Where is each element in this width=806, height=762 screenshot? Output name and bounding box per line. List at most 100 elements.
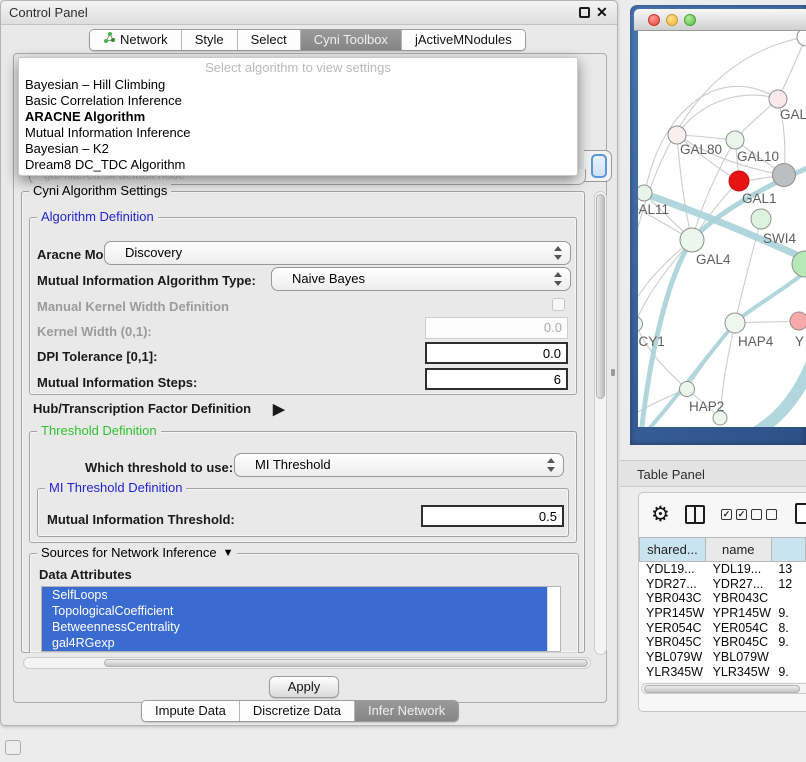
network-edge[interactable] bbox=[645, 86, 778, 193]
scrollbar-thumb[interactable] bbox=[644, 685, 800, 693]
which-threshold-label: Which threshold to use: bbox=[85, 460, 233, 475]
tab-style[interactable]: Style bbox=[182, 30, 238, 50]
mi-threshold-label: Mutual Information Threshold: bbox=[47, 512, 235, 527]
network-node-hap2[interactable] bbox=[680, 382, 695, 397]
mac-zoom-icon[interactable] bbox=[684, 14, 696, 26]
focused-spinner[interactable] bbox=[591, 154, 607, 178]
network-node-gal[interactable] bbox=[769, 90, 787, 108]
attribute-item[interactable]: SelfLoops bbox=[42, 587, 547, 603]
select-all-checks-icon[interactable]: ✓ ✓ bbox=[721, 509, 747, 520]
network-edge[interactable] bbox=[778, 40, 805, 99]
expand-arrow-icon[interactable]: ▶ bbox=[273, 400, 285, 418]
table-row[interactable]: YIL052CYIL052C9 bbox=[639, 680, 806, 683]
column-header[interactable] bbox=[772, 537, 806, 562]
sources-title-row[interactable]: Sources for Network Inference ▼ bbox=[37, 545, 237, 560]
float-panel-icon[interactable] bbox=[579, 7, 590, 18]
tab-label: Network bbox=[120, 30, 168, 50]
network-node-gal10[interactable] bbox=[726, 131, 744, 149]
dropdown-item[interactable]: Dream8 DC_TDC Algorithm bbox=[19, 157, 577, 173]
table-cell: 9. bbox=[771, 606, 806, 621]
document-icon[interactable] bbox=[795, 503, 806, 524]
tab-impute-data[interactable]: Impute Data bbox=[142, 701, 240, 721]
table-row[interactable]: YBR043CYBR043C bbox=[639, 591, 806, 606]
table-cell: YBR043C bbox=[706, 591, 772, 606]
mi-threshold-field[interactable]: 0.5 bbox=[421, 505, 564, 527]
network-node-swi4[interactable] bbox=[751, 209, 771, 229]
data-attributes-list[interactable]: SelfLoopsTopologicalCoefficientBetweenne… bbox=[41, 586, 561, 652]
attribute-item[interactable]: TopologicalCoefficient bbox=[42, 603, 547, 619]
table-row[interactable]: YER054CYER054C8. bbox=[639, 621, 806, 636]
gear-icon[interactable]: ⚙ bbox=[651, 502, 670, 527]
which-threshold-combo[interactable]: MI Threshold bbox=[234, 453, 564, 477]
close-panel-icon[interactable]: ✕ bbox=[596, 4, 608, 21]
network-node-gcy1[interactable] bbox=[638, 317, 643, 332]
mi-steps-field[interactable]: 6 bbox=[425, 368, 568, 390]
dropdown-item[interactable]: Basic Correlation Inference bbox=[19, 93, 577, 109]
tab-network[interactable]: Network bbox=[90, 30, 182, 50]
node-label: GAL80 bbox=[680, 142, 722, 157]
kernel-width-field[interactable]: 0.0 bbox=[425, 317, 568, 339]
attribute-item[interactable]: BetweennessCentrality bbox=[42, 619, 547, 635]
column-header[interactable]: name bbox=[706, 537, 772, 562]
tab-jactivemnodules[interactable]: jActiveMNodules bbox=[402, 30, 525, 50]
attribute-list-scrollbar[interactable] bbox=[547, 587, 560, 651]
table-row[interactable]: YBL079WYBL079W bbox=[639, 650, 806, 665]
dropdown-item[interactable]: Bayesian – Hill Climbing bbox=[19, 77, 577, 93]
scrollbar-thumb[interactable] bbox=[104, 659, 588, 667]
network-node-y[interactable] bbox=[790, 312, 806, 330]
network-node[interactable] bbox=[797, 31, 806, 46]
dpi-tolerance-field[interactable]: 0.0 bbox=[425, 342, 568, 364]
apply-button[interactable]: Apply bbox=[269, 676, 339, 698]
network-node[interactable] bbox=[713, 411, 727, 425]
table-row[interactable]: YPR145WYPR145W9. bbox=[639, 606, 806, 621]
table-panel-card: ⚙ ✓ ✓ shared...name YDL19...YDL19...13YD… bbox=[638, 492, 806, 712]
network-node-hap4[interactable] bbox=[725, 313, 745, 333]
tab-select[interactable]: Select bbox=[238, 30, 301, 50]
mi-type-combo[interactable]: Naive Bayes bbox=[271, 267, 571, 291]
tab-cyni-toolbox[interactable]: Cyni Toolbox bbox=[301, 30, 402, 50]
dropdown-item[interactable]: Bayesian – K2 bbox=[19, 141, 577, 157]
splitter-handle[interactable] bbox=[611, 369, 615, 376]
mac-close-icon[interactable] bbox=[648, 14, 660, 26]
aracne-mode-combo[interactable]: Discovery bbox=[104, 241, 571, 265]
mi-threshold-title: MI Threshold Definition bbox=[45, 480, 186, 495]
table-cell: 9. bbox=[771, 635, 806, 650]
settings-vertical-scrollbar[interactable] bbox=[594, 191, 607, 655]
mi-type-label: Mutual Information Algorithm Type: bbox=[37, 273, 256, 288]
hidden-combo-fragment[interactable] bbox=[584, 150, 612, 182]
network-icon bbox=[103, 30, 116, 50]
table-row[interactable]: YDL19...YDL19...13 bbox=[639, 562, 806, 577]
network-window-titlebar[interactable] bbox=[634, 9, 806, 31]
network-node-gal1[interactable] bbox=[729, 171, 749, 191]
scrollbar-thumb[interactable] bbox=[596, 194, 605, 399]
column-header[interactable]: shared... bbox=[639, 537, 706, 562]
dropdown-item[interactable]: Mutual Information Inference bbox=[19, 125, 577, 141]
unselect-all-checks-icon[interactable] bbox=[751, 509, 777, 520]
table-horizontal-scrollbar[interactable] bbox=[641, 683, 806, 694]
network-edge[interactable] bbox=[677, 95, 778, 135]
dropdown-item[interactable]: ARACNE Algorithm bbox=[19, 109, 577, 125]
table-row[interactable]: YLR345WYLR345W9. bbox=[639, 665, 806, 680]
node-label: GAL1 bbox=[742, 191, 777, 206]
columns-icon[interactable] bbox=[685, 505, 705, 524]
node-label: GAL bbox=[780, 107, 806, 122]
table-cell: 9 bbox=[771, 680, 806, 683]
hub-definition-label[interactable]: Hub/Transcription Factor Definition bbox=[33, 401, 251, 416]
network-node-gal11[interactable] bbox=[638, 185, 652, 201]
attribute-item[interactable]: gal4RGexp bbox=[42, 635, 547, 651]
tab-infer-network[interactable]: Infer Network bbox=[355, 701, 458, 721]
collapse-arrow-icon[interactable]: ▼ bbox=[223, 547, 234, 559]
network-graph[interactable]: GALGAL80GAL10GAL1GAL11SWI4GAL4GCY1HAP4YH… bbox=[638, 31, 806, 427]
spinner-arrows-icon bbox=[553, 245, 563, 261]
table-row[interactable]: YBR045CYBR045C9. bbox=[639, 635, 806, 650]
tab-discretize-data[interactable]: Discretize Data bbox=[240, 701, 355, 721]
mac-minimize-icon[interactable] bbox=[666, 14, 678, 26]
table-cell: 9. bbox=[771, 665, 806, 680]
table-row[interactable]: YDR27...YDR27...12 bbox=[639, 577, 806, 592]
network-canvas[interactable]: GALGAL80GAL10GAL1GAL11SWI4GAL4GCY1HAP4YH… bbox=[638, 31, 806, 427]
settings-horizontal-scrollbar[interactable] bbox=[23, 657, 591, 669]
manual-kernel-checkbox[interactable] bbox=[552, 298, 565, 311]
minimized-panel-button[interactable] bbox=[5, 740, 21, 755]
network-node-gal4[interactable] bbox=[680, 228, 704, 252]
network-node[interactable] bbox=[773, 164, 796, 187]
